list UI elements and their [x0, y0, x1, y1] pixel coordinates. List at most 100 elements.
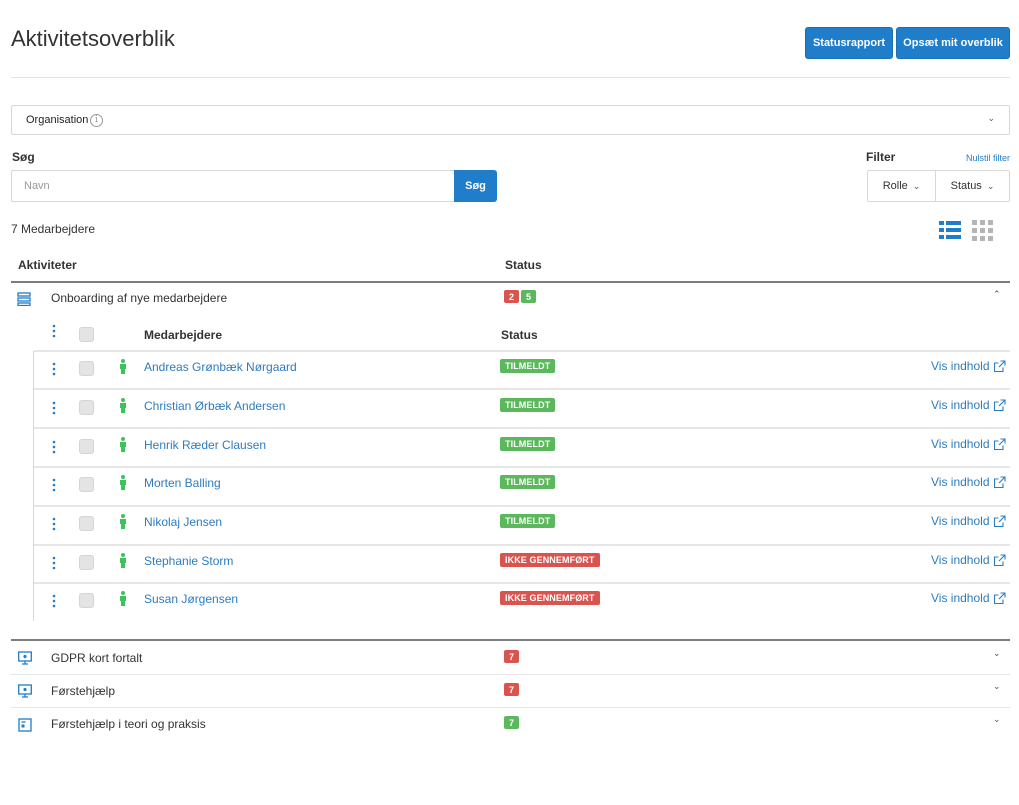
external-link-icon: [993, 359, 1006, 372]
view-content-link[interactable]: Vis indhold: [931, 437, 1006, 451]
status-filter-dropdown[interactable]: Status ⌄: [935, 170, 1010, 202]
status-filter-label: Status: [950, 180, 982, 192]
organisation-label: Organisation: [26, 114, 89, 126]
header-divider: [11, 77, 1010, 78]
course-stack-icon: [17, 292, 31, 306]
view-content-label: Vis indhold: [931, 591, 990, 605]
view-content-label: Vis indhold: [931, 359, 990, 373]
row-divider: [34, 466, 1010, 468]
search-label: Søg: [12, 150, 35, 164]
external-link-icon: [993, 514, 1006, 527]
status-badge: TILMELDT: [500, 359, 556, 373]
row-divider: [34, 350, 1010, 352]
search-button[interactable]: Søg: [454, 170, 497, 202]
chevron-down-icon[interactable]: ⌄: [993, 714, 1001, 725]
row-checkbox[interactable]: [79, 400, 94, 415]
kebab-menu-icon[interactable]: [49, 517, 59, 531]
status-badge: TILMELDT: [500, 437, 556, 451]
employee-name-link[interactable]: Andreas Grønbæk Nørgaard: [144, 360, 297, 374]
kebab-menu-icon[interactable]: [49, 440, 59, 454]
external-link-icon: [993, 591, 1006, 604]
kebab-menu-icon[interactable]: [49, 556, 59, 570]
grid-view-icon[interactable]: [972, 220, 993, 241]
status-badge: IKKE GENNEMFØRT: [500, 553, 600, 567]
status-report-button[interactable]: Statusrapport: [805, 27, 893, 59]
status-count-badge: 7: [504, 650, 519, 663]
employee-name-link[interactable]: Susan Jørgensen: [144, 592, 238, 606]
view-content-link[interactable]: Vis indhold: [931, 398, 1006, 412]
search-input[interactable]: [11, 170, 455, 202]
row-checkbox[interactable]: [79, 439, 94, 454]
view-content-link[interactable]: Vis indhold: [931, 514, 1006, 528]
status-badge: TILMELDT: [500, 398, 556, 412]
column-header-employees: Medarbejdere: [144, 328, 223, 342]
organisation-select[interactable]: Organisation i ⌄: [11, 105, 1010, 135]
activity-title[interactable]: GDPR kort fortalt: [51, 651, 142, 665]
kebab-menu-icon[interactable]: [49, 594, 59, 608]
status-badge: IKKE GENNEMFØRT: [500, 591, 600, 605]
chevron-down-icon[interactable]: ⌄: [993, 648, 1001, 659]
view-content-label: Vis indhold: [931, 398, 990, 412]
employee-name-link[interactable]: Christian Ørbæk Andersen: [144, 399, 285, 413]
status-count-badge: 5: [521, 290, 536, 303]
status-count-badge: 2: [504, 290, 519, 303]
setup-overview-button[interactable]: Opsæt mit overblik: [896, 27, 1010, 59]
monitor-icon: [18, 684, 32, 698]
row-divider: [34, 505, 1010, 507]
row-divider: [34, 582, 1010, 584]
activity-title[interactable]: Onboarding af nye medarbejdere: [51, 291, 227, 305]
kebab-menu-icon[interactable]: [49, 478, 59, 492]
kebab-menu-icon[interactable]: [49, 324, 59, 338]
chevron-up-icon[interactable]: ⌃: [993, 289, 1001, 300]
row-checkbox[interactable]: [79, 555, 94, 570]
person-icon: [120, 359, 126, 374]
sub-table-border: [33, 351, 34, 621]
role-filter-dropdown[interactable]: Rolle ⌄: [867, 170, 936, 202]
external-link-icon: [993, 437, 1006, 450]
row-divider: [11, 674, 1010, 675]
select-all-checkbox[interactable]: [79, 327, 94, 342]
view-content-label: Vis indhold: [931, 437, 990, 451]
row-checkbox[interactable]: [79, 361, 94, 376]
view-content-link[interactable]: Vis indhold: [931, 591, 1006, 605]
reset-filter-link[interactable]: Nulstil filter: [966, 153, 1010, 163]
row-checkbox[interactable]: [79, 593, 94, 608]
activity-title[interactable]: Førstehjælp: [51, 684, 115, 698]
row-checkbox[interactable]: [79, 477, 94, 492]
view-content-link[interactable]: Vis indhold: [931, 359, 1006, 373]
view-content-label: Vis indhold: [931, 475, 990, 489]
person-icon: [120, 514, 126, 529]
employee-name-link[interactable]: Morten Balling: [144, 476, 221, 490]
kebab-menu-icon[interactable]: [49, 401, 59, 415]
monitor-icon: [18, 651, 32, 665]
activity-group-divider: [11, 639, 1010, 641]
external-link-icon: [993, 398, 1006, 411]
filter-label: Filter: [866, 150, 896, 164]
row-divider: [11, 707, 1010, 708]
employee-name-link[interactable]: Henrik Ræder Clausen: [144, 438, 266, 452]
person-icon: [120, 475, 126, 490]
activity-title[interactable]: Førstehjælp i teori og praksis: [51, 717, 206, 731]
chevron-down-icon[interactable]: ⌄: [993, 681, 1001, 692]
document-icon: [18, 718, 32, 732]
status-count-badge: 7: [504, 716, 519, 729]
status-badge: TILMELDT: [500, 475, 556, 489]
list-view-icon[interactable]: [939, 220, 961, 241]
view-content-link[interactable]: Vis indhold: [931, 475, 1006, 489]
person-icon: [120, 553, 126, 568]
employee-count: 7 Medarbejdere: [11, 222, 96, 236]
chevron-down-icon: ⌄: [986, 180, 995, 191]
status-badge: TILMELDT: [500, 514, 556, 528]
table-header-divider: [11, 281, 1010, 283]
row-checkbox[interactable]: [79, 516, 94, 531]
employee-name-link[interactable]: Stephanie Storm: [144, 554, 233, 568]
employee-name-link[interactable]: Nikolaj Jensen: [144, 515, 222, 529]
kebab-menu-icon[interactable]: [49, 362, 59, 376]
external-link-icon: [993, 475, 1006, 488]
page-title: Aktivitetsoverblik: [11, 26, 175, 51]
row-divider: [34, 388, 1010, 390]
info-icon: i: [90, 114, 103, 127]
column-header-employee-status: Status: [501, 328, 538, 342]
status-count-badge: 7: [504, 683, 519, 696]
view-content-link[interactable]: Vis indhold: [931, 553, 1006, 567]
